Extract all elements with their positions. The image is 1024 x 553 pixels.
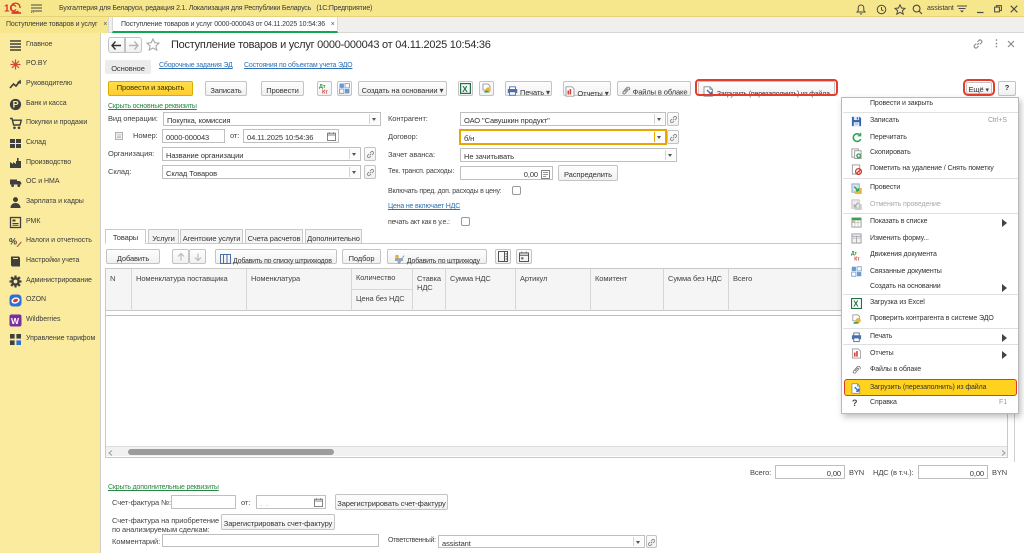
svg-text:Кт: Кт (322, 90, 328, 95)
svg-text:X: X (853, 299, 859, 308)
svg-text:X: X (462, 85, 468, 94)
svg-text:W: W (11, 316, 20, 326)
svg-text:P: P (13, 99, 19, 109)
svg-text:Кт: Кт (854, 256, 860, 260)
svg-text:%: % (9, 237, 17, 247)
